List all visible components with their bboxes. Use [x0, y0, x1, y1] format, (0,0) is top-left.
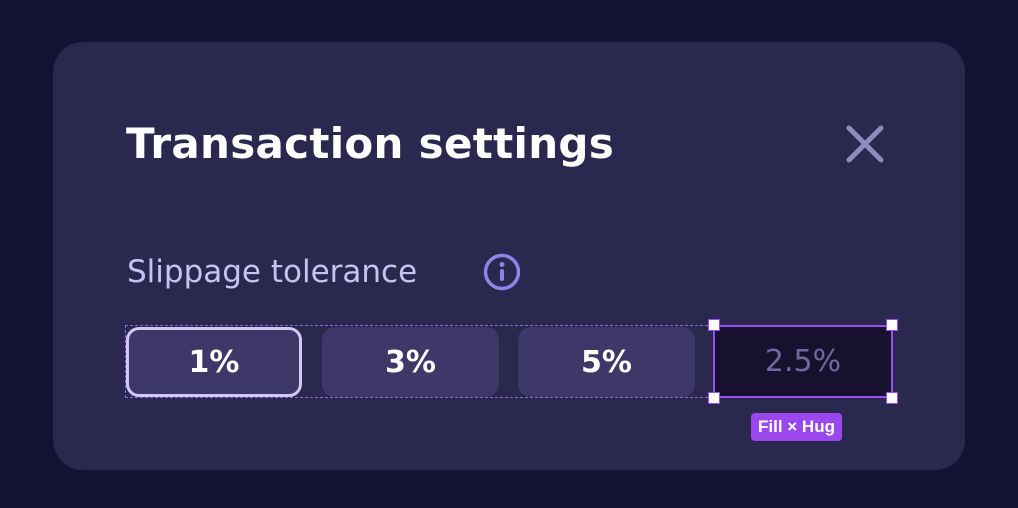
- dialog-title: Transaction settings: [126, 119, 615, 168]
- resize-handle-top-left[interactable]: [708, 319, 720, 331]
- slippage-tolerance-label: Slippage tolerance: [127, 254, 418, 290]
- close-icon: [846, 125, 884, 163]
- close-button[interactable]: [843, 122, 887, 166]
- transaction-settings-dialog: Transaction settings Slippage tolerance …: [53, 42, 965, 470]
- slippage-option-3[interactable]: 3%: [322, 327, 499, 397]
- custom-slippage-field[interactable]: [713, 325, 893, 398]
- custom-slippage-input[interactable]: [715, 343, 891, 380]
- slippage-option-1[interactable]: 1%: [126, 327, 302, 397]
- slippage-option-5[interactable]: 5%: [518, 327, 695, 397]
- resize-handle-bottom-left[interactable]: [708, 392, 720, 404]
- resize-handle-top-right[interactable]: [886, 319, 898, 331]
- info-icon[interactable]: [482, 252, 522, 292]
- size-badge: Fill × Hug: [751, 413, 842, 441]
- resize-handle-bottom-right[interactable]: [886, 392, 898, 404]
